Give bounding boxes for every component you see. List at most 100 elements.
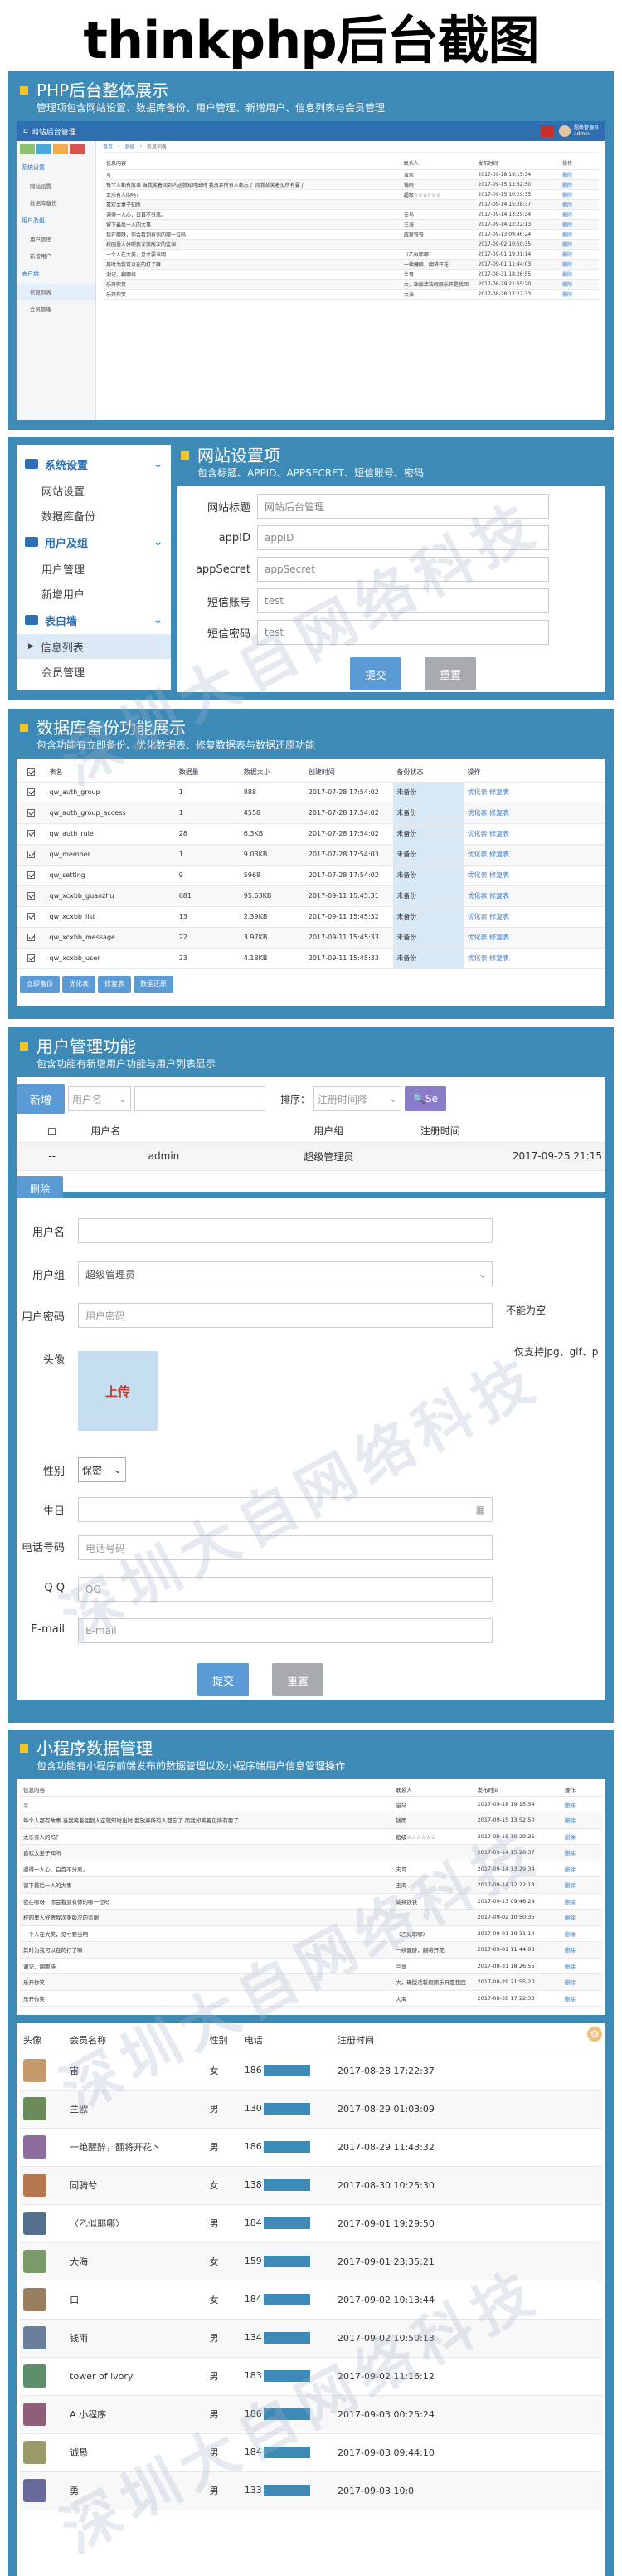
delete-link[interactable]: 删除 <box>561 1828 602 1845</box>
row-checkbox[interactable] <box>17 927 46 949</box>
row-checkbox[interactable]: -- <box>17 1142 88 1171</box>
select-all-checkbox[interactable] <box>17 764 46 783</box>
delete-link[interactable]: 删除 <box>559 199 599 210</box>
delete-link[interactable]: 删除 <box>561 1844 602 1861</box>
reset-button[interactable]: 重置 <box>425 657 476 690</box>
ops-links[interactable]: 优化表 修复表 <box>464 844 605 866</box>
settings-input[interactable]: test <box>257 620 549 645</box>
avatar[interactable] <box>558 125 571 137</box>
nav-item[interactable]: 新增用户 <box>17 581 171 606</box>
backup-action-button[interactable]: 优化表 <box>62 975 95 993</box>
backup-action-button[interactable]: 立即备份 <box>20 975 60 993</box>
delete-link[interactable]: 删除 <box>561 1941 602 1959</box>
sidebar-item[interactable]: 新增用户 <box>17 247 95 264</box>
delete-link[interactable]: 删除 <box>559 259 599 270</box>
home-button[interactable] <box>540 125 554 137</box>
delete-link[interactable]: 删除 <box>561 1796 602 1812</box>
sidebar-item[interactable]: 系统设置 <box>17 158 95 178</box>
delete-link[interactable]: 删除 <box>559 209 599 220</box>
sidebar-item[interactable]: 表白墙 <box>17 264 95 284</box>
ops-links[interactable]: 优化表 修复表 <box>464 782 605 803</box>
backup-action-button[interactable]: 数据还原 <box>134 975 173 993</box>
row-checkbox[interactable] <box>17 803 46 824</box>
search-input[interactable] <box>134 1086 265 1111</box>
add-user-button[interactable]: 新增 <box>17 1084 65 1114</box>
birthday-field[interactable]: ▦ <box>78 1497 493 1522</box>
phone-field[interactable]: 电话号码 <box>78 1535 493 1560</box>
delete-link[interactable]: 删除 <box>561 1876 602 1894</box>
ops-links[interactable]: 优化表 修复表 <box>464 886 605 907</box>
nav-item[interactable]: 用户及组 ⌄ <box>17 528 171 556</box>
sidebar-item[interactable]: 信息列表 <box>17 284 95 300</box>
shortcut-button[interactable] <box>20 144 35 154</box>
ops-links[interactable]: 优化表 修复表 <box>464 906 605 928</box>
delete-link[interactable]: 删除 <box>561 1812 602 1829</box>
nav-item[interactable]: 会员管理 <box>17 659 171 684</box>
delete-link[interactable]: 删除 <box>561 1958 602 1974</box>
ops-links[interactable]: 优化表 修复表 <box>464 948 605 969</box>
sidebar-item[interactable]: 网站设置 <box>17 178 95 194</box>
sidebar-item[interactable]: 用户管理 <box>17 231 95 247</box>
delete-link[interactable]: 删除 <box>561 1909 602 1926</box>
delete-link[interactable]: 删除 <box>561 1893 602 1910</box>
shortcut-button[interactable] <box>70 144 85 154</box>
search-button[interactable]: 🔍 Se <box>405 1086 447 1111</box>
submit-button[interactable]: 提交 <box>350 657 401 690</box>
email-field[interactable]: E-mail <box>78 1618 493 1643</box>
breadcrumb-item[interactable]: 首页 <box>103 143 113 150</box>
row-checkbox[interactable] <box>17 844 46 866</box>
delete-link[interactable]: 删除 <box>559 189 599 200</box>
nav-item[interactable]: 系统设置 ⌄ <box>17 450 171 478</box>
delete-link[interactable]: 删除 <box>559 239 599 250</box>
delete-link[interactable]: 删除 <box>559 269 599 280</box>
delete-link[interactable]: 删除 <box>559 169 599 180</box>
breadcrumb-item[interactable]: 系统 <box>124 143 134 150</box>
shortcut-button[interactable] <box>53 144 68 154</box>
delete-link[interactable]: 删除 <box>561 1925 602 1942</box>
qq-field[interactable]: QQ <box>78 1577 493 1602</box>
delete-link[interactable]: 删除 <box>561 1973 602 1991</box>
nav-item[interactable]: 数据库备份 <box>17 503 171 528</box>
row-checkbox[interactable] <box>17 906 46 928</box>
delete-link[interactable]: 删除 <box>559 249 599 260</box>
settings-gear-icon[interactable]: ⚙ <box>587 2027 602 2042</box>
settings-input[interactable]: test <box>257 588 549 613</box>
password-field[interactable]: 用户密码 <box>78 1303 493 1328</box>
row-checkbox[interactable] <box>17 948 46 969</box>
delete-link[interactable]: 删除 <box>559 279 599 290</box>
sidebar-item[interactable]: 会员管理 <box>17 300 95 317</box>
settings-input[interactable]: appID <box>257 525 549 550</box>
nav-item[interactable]: 用户管理 <box>17 556 171 581</box>
group-select[interactable]: 超级管理员 ⌄ <box>78 1261 493 1286</box>
submit-button[interactable]: 提交 <box>197 1663 249 1696</box>
ops-links[interactable]: 优化表 修复表 <box>464 927 605 949</box>
backup-action-button[interactable]: 修复表 <box>98 975 131 993</box>
settings-input[interactable]: appSecret <box>257 557 549 582</box>
nav-item[interactable]: ▶ 信息列表 <box>17 634 171 659</box>
settings-input[interactable]: 网站后台管理 <box>257 494 549 519</box>
row-checkbox[interactable] <box>17 823 46 845</box>
username-select[interactable]: 用户名 ⌄ <box>68 1086 131 1111</box>
nav-item[interactable]: 表白墙 ⌄ <box>17 606 171 634</box>
delete-link[interactable]: 删除 <box>559 289 599 300</box>
shortcut-button[interactable] <box>36 144 51 154</box>
delete-link[interactable]: 删除 <box>559 219 599 230</box>
ops-links[interactable]: 优化表 修复表 <box>464 803 605 824</box>
reset-button[interactable]: 重置 <box>272 1663 323 1696</box>
delete-link[interactable]: 删除 <box>561 1990 602 2007</box>
row-checkbox[interactable] <box>17 886 46 907</box>
sort-select[interactable]: 注册时间降 ⌄ <box>313 1086 402 1111</box>
delete-link[interactable]: 删除 <box>559 179 599 190</box>
gender-select[interactable]: 保密 ⌄ <box>78 1457 126 1482</box>
username-field[interactable] <box>78 1218 493 1243</box>
delete-link[interactable]: 删除 <box>559 229 599 240</box>
delete-link[interactable]: 删除 <box>561 1861 602 1877</box>
ops-links[interactable]: 优化表 修复表 <box>464 865 605 886</box>
row-checkbox[interactable] <box>17 782 46 803</box>
ops-links[interactable]: 优化表 修复表 <box>464 823 605 845</box>
row-checkbox[interactable] <box>17 865 46 886</box>
user-menu[interactable]: 超级管理员 admin <box>574 125 599 137</box>
sidebar-item[interactable]: 用户及组 <box>17 211 95 231</box>
upload-avatar-button[interactable]: 上传 <box>78 1351 158 1431</box>
sidebar-item[interactable]: 数据库备份 <box>17 194 95 211</box>
